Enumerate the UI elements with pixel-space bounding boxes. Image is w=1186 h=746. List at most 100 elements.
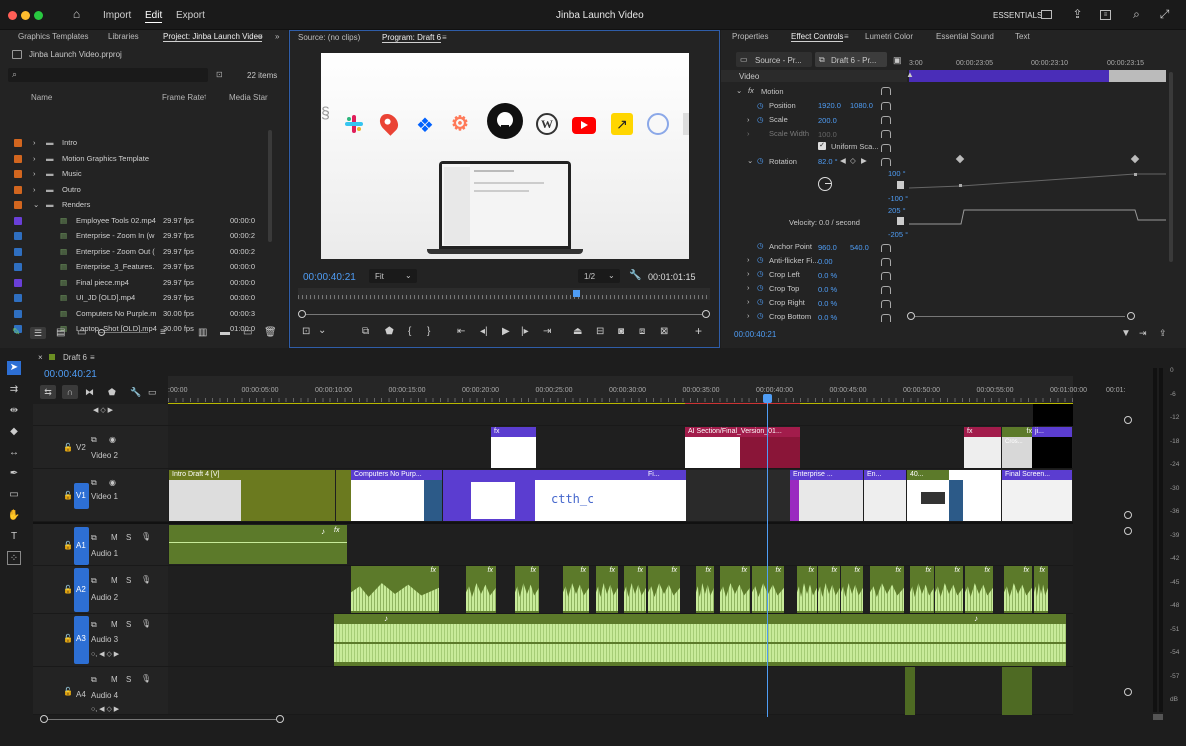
sync-lock-icon[interactable]: ⧉	[91, 435, 97, 445]
a-scroll-handle[interactable]	[1124, 527, 1132, 535]
project-item[interactable]: ▤ UI_JD [OLD].mp4 29.97 fps 00:00:0	[0, 290, 265, 305]
a1-clip-intro-audio[interactable]: ♪ fx	[169, 525, 347, 564]
tab-source[interactable]: Source: (no clips)	[298, 33, 360, 42]
mark-out-icon[interactable]: }	[427, 326, 430, 337]
new-bin-icon[interactable]: ▭	[243, 327, 252, 338]
label-color-swatch[interactable]	[14, 309, 22, 318]
antiflicker-value[interactable]: 0.00	[818, 257, 833, 266]
close-tab-icon[interactable]: ×	[38, 353, 43, 362]
next-keyframe-icon[interactable]: ▶	[861, 156, 867, 165]
a2-audio-clip[interactable]: fx	[515, 566, 539, 613]
solo-meter-icon[interactable]	[1153, 714, 1163, 720]
extract-icon[interactable]: ⊟	[596, 326, 604, 337]
program-time-ruler[interactable]	[298, 288, 710, 300]
a2-audio-clip[interactable]: fx	[910, 566, 934, 613]
filter-icon[interactable]: ▼	[1121, 328, 1131, 339]
slip-icon[interactable]: ↔	[7, 446, 21, 460]
project-item[interactable]: ▤ Enterprise_3_Features. 29.97 fps 00:00:0	[0, 259, 265, 274]
a2-audio-clip[interactable]: fx	[797, 566, 817, 613]
ec-time-ruler[interactable]: 3:00 00:00:23:05 00:00:23:10 00:00:23:15	[909, 58, 1166, 68]
solo-button[interactable]: S	[126, 675, 131, 684]
add-marker-icon[interactable]: ⬟	[385, 326, 394, 337]
label-color-swatch[interactable]	[14, 154, 22, 163]
chevron-right-icon[interactable]: ›	[33, 138, 36, 147]
v1-clip-final-screen[interactable]: Final Screen...	[1002, 470, 1072, 521]
mic-icon[interactable]: 🎙	[141, 674, 151, 683]
chevron-right-icon[interactable]: ›	[33, 154, 36, 163]
stopwatch-icon[interactable]: ◷	[757, 255, 764, 264]
new-bin-from-search-icon[interactable]: ⊡	[216, 70, 223, 79]
reset-icon[interactable]	[881, 116, 891, 124]
anchor-x-value[interactable]: 960.0	[818, 243, 837, 252]
crop-top-value[interactable]: 0.0 %	[818, 285, 837, 294]
fx-icon[interactable]: fx	[748, 86, 754, 95]
tab-text[interactable]: Text	[1015, 32, 1030, 41]
velocity-scale-icon[interactable]	[897, 217, 904, 225]
panel-menu-icon[interactable]: ≡	[442, 33, 447, 42]
play-icon[interactable]: ▶	[502, 326, 510, 337]
a2-audio-clip[interactable]: fx	[870, 566, 904, 613]
reset-icon[interactable]	[881, 130, 891, 138]
fullscreen-icon[interactable]: ⤢	[1158, 8, 1171, 21]
a2-audio-clip[interactable]: fx	[351, 566, 439, 613]
tab-effect-controls[interactable]: Effect Controls	[791, 32, 844, 42]
ripple-edit-icon[interactable]: ⇹	[7, 404, 21, 418]
timeline-playhead[interactable]	[763, 394, 772, 403]
tab-program[interactable]: Program: Draft 6	[382, 33, 442, 43]
proxy-toggle-icon[interactable]: ⊠	[660, 326, 668, 337]
add-keyframe-icon[interactable]: ◇	[850, 156, 856, 165]
scale-value[interactable]: 200.0	[818, 116, 837, 125]
step-forward-icon[interactable]: |▸	[521, 326, 529, 337]
eye-icon[interactable]: ◉	[109, 478, 116, 487]
close-window-button[interactable]	[8, 11, 17, 20]
h-scrollbar[interactable]	[48, 719, 276, 720]
project-item[interactable]: ▤ Computers No Purple.m 30.00 fps 00:00:3	[0, 306, 265, 321]
mute-button[interactable]: M	[111, 533, 118, 542]
value-graph[interactable]	[909, 168, 1166, 202]
project-item[interactable]: › ▬ Outro	[0, 182, 265, 197]
menu-export[interactable]: Export	[176, 10, 205, 21]
a2-audio-clip[interactable]: fx	[752, 566, 784, 613]
lock-icon[interactable]: 🔓	[63, 491, 73, 500]
export-frame-icon[interactable]: ◙	[618, 326, 624, 337]
scale-expand-icon[interactable]: ›	[747, 115, 750, 124]
tab-essential-sound[interactable]: Essential Sound	[936, 32, 994, 41]
sync-lock-icon[interactable]: ⧉	[91, 576, 97, 586]
prev-keyframe-icon[interactable]: ◀	[840, 156, 846, 165]
freeform-view-icon[interactable]: ▭	[77, 327, 86, 338]
list-view-icon[interactable]: ☰	[30, 327, 46, 339]
label-color-swatch[interactable]	[14, 247, 22, 256]
project-item[interactable]: ⌄ ▬ Renders	[0, 197, 265, 212]
keyframe-marker[interactable]	[1130, 154, 1140, 164]
reset-icon[interactable]	[881, 144, 891, 152]
wrench-icon[interactable]: 🔧	[629, 270, 641, 281]
v1-clip[interactable]: ctth_co	[515, 470, 593, 521]
snap-icon[interactable]: ∩	[62, 385, 78, 399]
workspace-label[interactable]: ESSENTIALS	[993, 11, 1042, 20]
playhead[interactable]	[573, 290, 580, 297]
ec-scrollbar[interactable]	[1169, 72, 1173, 262]
expand-panels-icon[interactable]: »	[275, 32, 279, 41]
stopwatch-icon[interactable]: ◷	[757, 297, 764, 306]
label-color-swatch[interactable]	[14, 263, 22, 271]
solo-button[interactable]: S	[126, 576, 131, 585]
a2-audio-clip[interactable]: fx	[696, 566, 714, 613]
a2-audio-clip[interactable]: fx	[648, 566, 680, 613]
project-item[interactable]: › ▬ Motion Graphics Template	[0, 151, 265, 166]
label-color-swatch[interactable]	[14, 216, 22, 225]
zoom-slider[interactable]	[105, 332, 148, 333]
reset-icon[interactable]	[881, 102, 891, 110]
keyframe-nav-icon[interactable]: ◀ ◇ ▶	[93, 406, 113, 414]
chevron-right-icon[interactable]: ›	[33, 169, 36, 178]
a2-audio-clip[interactable]: fx	[965, 566, 993, 613]
v1-clip[interactable]	[949, 470, 1001, 521]
a3-clip-music[interactable]: ♪ ♪	[334, 614, 1066, 666]
v1-clip-intro[interactable]: Intro Draft 4 [V]	[169, 470, 335, 521]
find-icon[interactable]: ▬	[220, 327, 230, 338]
scale-width-expand-icon[interactable]: ›	[747, 129, 750, 138]
v2-clip-cros[interactable]: fx Cros...	[1002, 427, 1032, 468]
toggle-timeline-icon[interactable]: ▣	[893, 55, 902, 66]
v1-gap[interactable]	[686, 470, 790, 521]
a2-audio-clip[interactable]: fx	[563, 566, 589, 613]
v2-clip[interactable]: fx	[964, 427, 1001, 468]
